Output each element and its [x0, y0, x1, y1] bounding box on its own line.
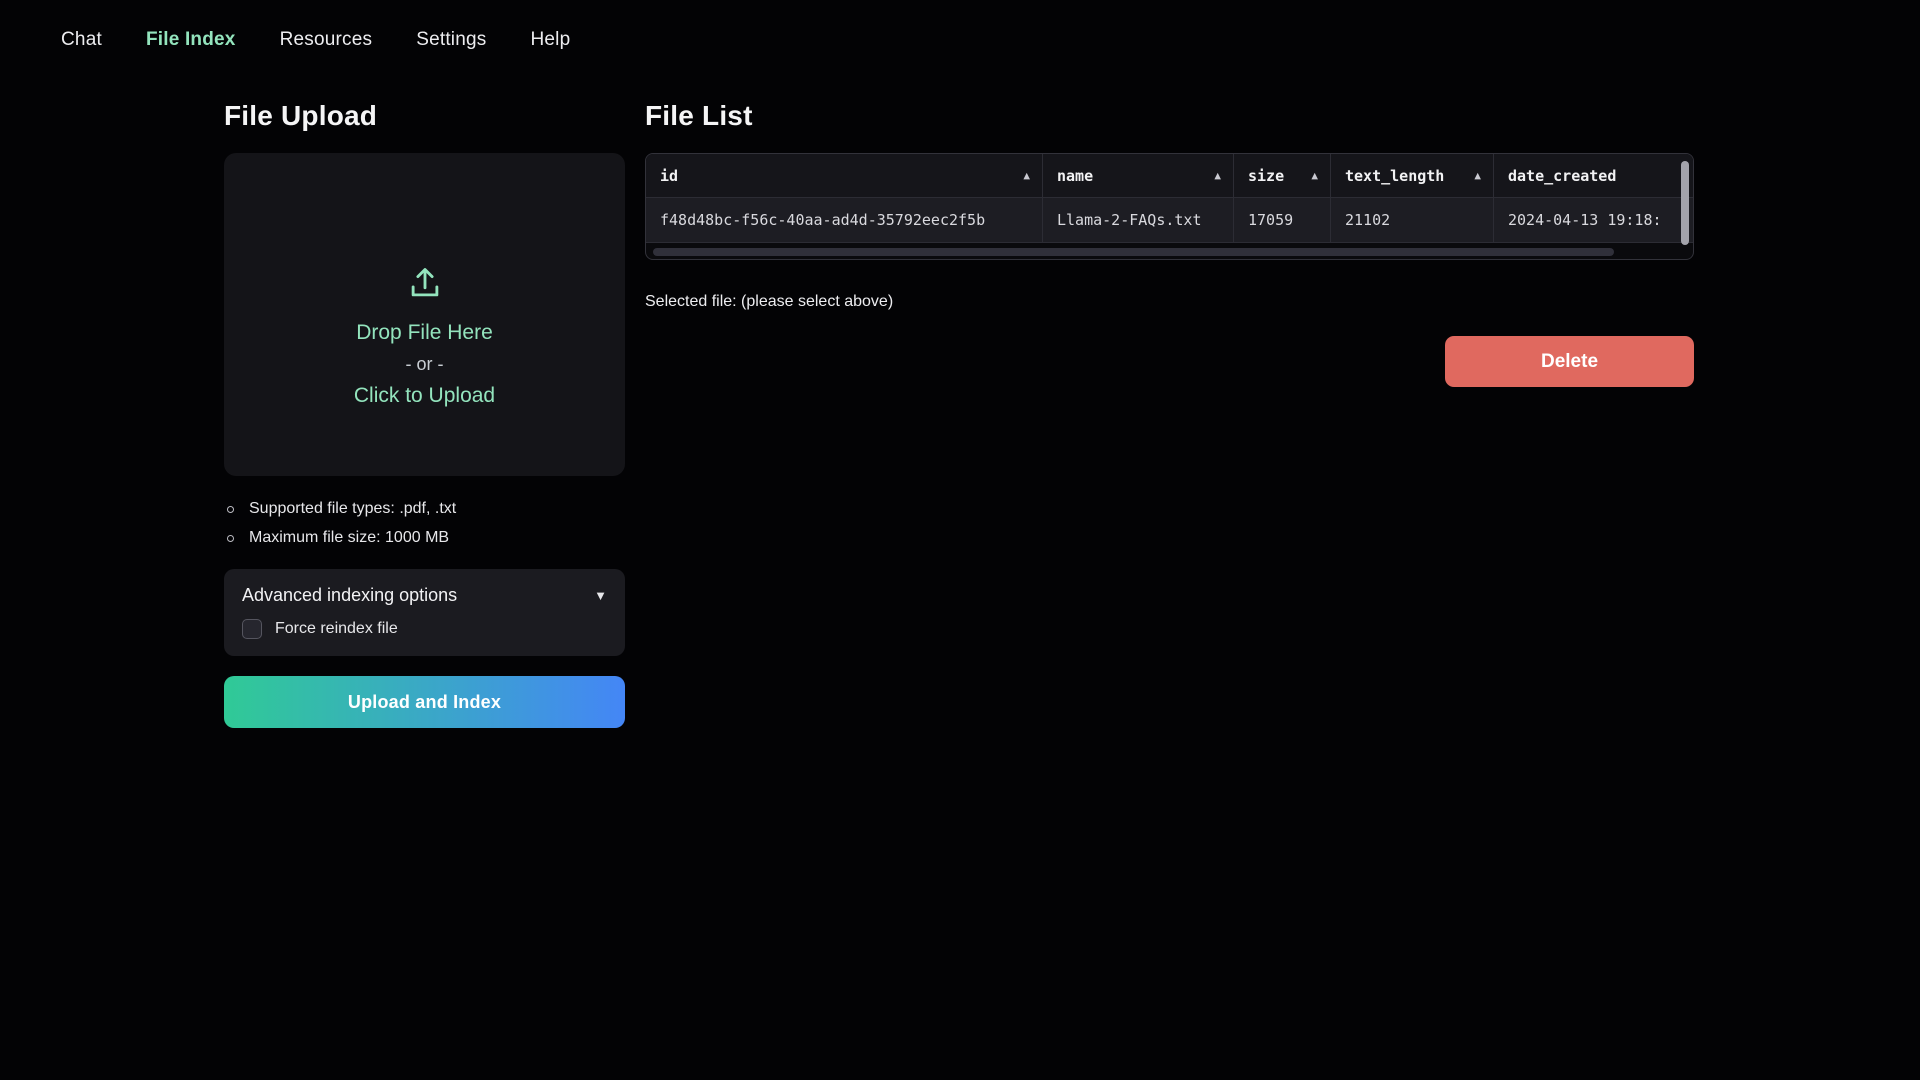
dropzone-drop-text: Drop File Here [356, 321, 493, 345]
note-supported-types: Supported file types: .pdf, .txt [224, 500, 625, 518]
note-max-size: Maximum file size: 1000 MB [224, 529, 625, 547]
file-upload-panel: File Upload Drop File Here - or - Click … [224, 100, 625, 728]
sort-asc-icon[interactable]: ▲ [1474, 169, 1481, 182]
app-window: Chat File Index Resources Settings Help … [0, 0, 1920, 1080]
advanced-options-header[interactable]: Advanced indexing options ▼ [242, 585, 607, 606]
tab-chat[interactable]: Chat [61, 29, 102, 51]
delete-button-row: Delete [645, 336, 1694, 387]
file-upload-title: File Upload [224, 100, 625, 132]
column-header-name[interactable]: name ▲ [1043, 154, 1234, 197]
cell-text-length[interactable]: 21102 [1331, 198, 1494, 242]
table-row[interactable]: f48d48bc-f56c-40aa-ad4d-35792eec2f5b Lla… [646, 198, 1693, 243]
column-header-text-length[interactable]: text_length ▲ [1331, 154, 1494, 197]
file-list-title: File List [645, 100, 1694, 132]
vertical-scrollbar-thumb[interactable] [1681, 161, 1689, 245]
horizontal-scrollbar-thumb[interactable] [653, 248, 1614, 256]
tab-settings[interactable]: Settings [416, 29, 486, 51]
column-label: id [660, 167, 678, 185]
click-to-upload-link[interactable]: Click to Upload [354, 384, 495, 408]
delete-button[interactable]: Delete [1445, 336, 1694, 387]
advanced-options-accordion: Advanced indexing options ▼ Force reinde… [224, 569, 625, 656]
bullet-icon [227, 535, 234, 542]
force-reindex-checkbox-row[interactable]: Force reindex file [242, 619, 607, 639]
horizontal-scrollbar[interactable] [646, 244, 1693, 259]
checkbox-unchecked-icon[interactable] [242, 619, 262, 639]
dropzone-or-text: - or - [406, 354, 444, 375]
column-label: name [1057, 167, 1093, 185]
tab-help[interactable]: Help [530, 29, 570, 51]
file-dropzone[interactable]: Drop File Here - or - Click to Upload [224, 153, 625, 476]
note-text: Supported file types: .pdf, .txt [249, 500, 456, 518]
upload-notes-list: Supported file types: .pdf, .txt Maximum… [224, 500, 625, 547]
column-header-date-created[interactable]: date_created [1494, 154, 1693, 197]
cell-name[interactable]: Llama-2-FAQs.txt [1043, 198, 1234, 242]
advanced-options-label: Advanced indexing options [242, 585, 457, 606]
cell-date-created[interactable]: 2024-04-13 19:18: [1494, 198, 1693, 242]
cell-id[interactable]: f48d48bc-f56c-40aa-ad4d-35792eec2f5b [646, 198, 1043, 242]
upload-icon [406, 264, 444, 307]
column-label: date_created [1508, 167, 1616, 185]
file-table: id ▲ name ▲ size ▲ text_length ▲ date_cr… [645, 153, 1694, 260]
sort-asc-icon[interactable]: ▲ [1214, 169, 1221, 182]
selected-file-status: Selected file: (please select above) [645, 293, 1694, 311]
column-header-id[interactable]: id ▲ [646, 154, 1043, 197]
column-header-size[interactable]: size ▲ [1234, 154, 1331, 197]
note-text: Maximum file size: 1000 MB [249, 529, 449, 547]
table-header-row: id ▲ name ▲ size ▲ text_length ▲ date_cr… [646, 154, 1693, 198]
chevron-down-icon: ▼ [594, 588, 607, 603]
column-label: size [1248, 167, 1284, 185]
column-label: text_length [1345, 167, 1444, 185]
tab-file-index[interactable]: File Index [146, 29, 236, 51]
sort-asc-icon[interactable]: ▲ [1311, 169, 1318, 182]
force-reindex-label: Force reindex file [275, 620, 398, 638]
top-nav: Chat File Index Resources Settings Help [0, 0, 1920, 80]
sort-asc-icon[interactable]: ▲ [1023, 169, 1030, 182]
upload-and-index-button[interactable]: Upload and Index [224, 676, 625, 728]
cell-size[interactable]: 17059 [1234, 198, 1331, 242]
file-list-panel: File List id ▲ name ▲ size ▲ text_length… [645, 100, 1694, 387]
tab-resources[interactable]: Resources [280, 29, 373, 51]
bullet-icon [227, 506, 234, 513]
